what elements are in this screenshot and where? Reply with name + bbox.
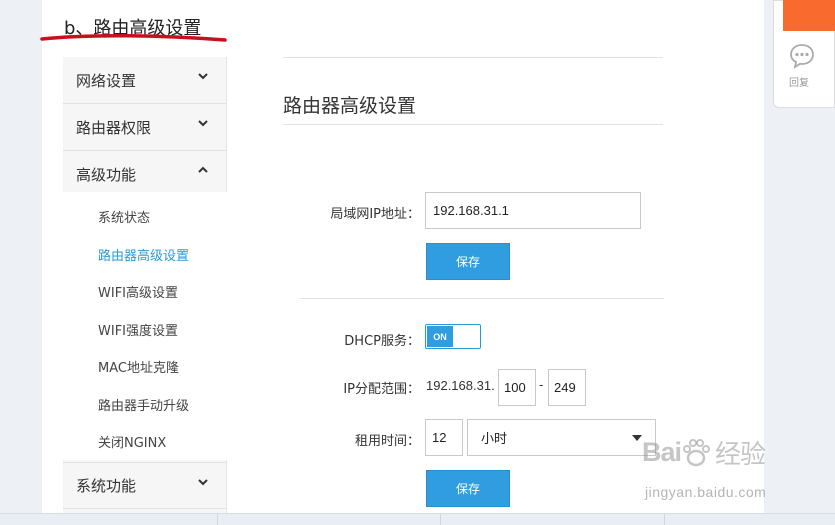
sidebar-item-system-status[interactable]: 系统状态 — [98, 207, 150, 226]
sidebar-item-wifi-strength[interactable]: WIFI强度设置 — [98, 320, 178, 339]
ip-range-prefix: 192.168.31. — [426, 378, 495, 393]
watermark-logo-latin: Bai — [642, 437, 682, 467]
lease-unit-select[interactable]: 小时 — [467, 419, 656, 456]
lan-ip-label: 局域网IP地址： — [330, 207, 420, 222]
red-underline-annotation — [40, 33, 227, 42]
sidebar-item-wifi-advanced[interactable]: WIFI高级设置 — [98, 282, 178, 301]
lease-time-input[interactable]: 12 — [425, 419, 463, 456]
sidebar-group-label: 系统功能 — [76, 477, 137, 495]
chevron-down-icon — [198, 120, 208, 127]
sidebar: 网络设置 路由器权限 高级功能 系统状态 路由器高级设置 WIFI高级设置 WI… — [63, 57, 227, 517]
dhcp-label: DHCP服务： — [344, 334, 420, 349]
sidebar-group-label: 路由器权限 — [76, 118, 152, 137]
reply-label[interactable]: 回复 — [789, 74, 809, 89]
paw-icon — [683, 438, 711, 466]
ip-range-start-input[interactable]: 100 — [498, 369, 536, 406]
sidebar-group-system[interactable]: 系统功能 — [63, 462, 227, 509]
sidebar-group-label: 高级功能 — [76, 165, 137, 184]
save-dhcp-button[interactable]: 保存 — [426, 470, 510, 507]
side-widget-orange-button[interactable] — [783, 0, 835, 31]
sidebar-item-close-nginx[interactable]: 关闭NGINX — [98, 432, 166, 451]
lease-time-label: 租用时间： — [354, 434, 420, 449]
watermark-url: jingyan.baidu.com — [645, 484, 767, 500]
divider — [283, 124, 663, 125]
lan-ip-input[interactable]: 192.168.31.1 — [425, 192, 641, 229]
ip-range-separator: - — [539, 377, 544, 392]
divider — [300, 298, 664, 299]
chevron-down-icon — [198, 73, 208, 80]
bottom-strip — [0, 513, 835, 525]
toggle-on-label: ON — [427, 326, 453, 347]
sidebar-submenu: 系统状态 路由器高级设置 WIFI高级设置 WIFI强度设置 MAC地址克隆 路… — [63, 192, 227, 460]
sidebar-group-network[interactable]: 网络设置 — [63, 57, 227, 104]
sidebar-group-advanced[interactable]: 高级功能 — [63, 151, 227, 198]
save-lan-button[interactable]: 保存 — [426, 243, 510, 280]
sidebar-item-mac-clone[interactable]: MAC地址克隆 — [98, 357, 179, 376]
caret-down-icon — [632, 435, 642, 441]
sidebar-item-manual-upgrade[interactable]: 路由器手动升级 — [98, 395, 189, 414]
chevron-up-icon — [198, 166, 208, 173]
ip-range-end-input[interactable]: 249 — [548, 369, 586, 406]
comment-icon[interactable] — [789, 43, 815, 69]
lease-unit-value: 小时 — [481, 432, 508, 447]
dhcp-toggle[interactable]: ON — [425, 324, 481, 349]
page-title: 路由器高级设置 — [283, 95, 417, 117]
sidebar-group-router-permission[interactable]: 路由器权限 — [63, 104, 227, 151]
baidu-jingyan-watermark: Bai 经验 jingyan.baidu.com — [642, 434, 766, 500]
chevron-down-icon — [198, 479, 208, 486]
sidebar-group-label: 网络设置 — [76, 71, 137, 90]
ip-range-label: IP分配范围： — [343, 382, 420, 397]
sidebar-item-router-advanced[interactable]: 路由器高级设置 — [98, 245, 189, 264]
divider — [283, 57, 663, 58]
watermark-logo-cn: 经验 — [715, 440, 766, 470]
